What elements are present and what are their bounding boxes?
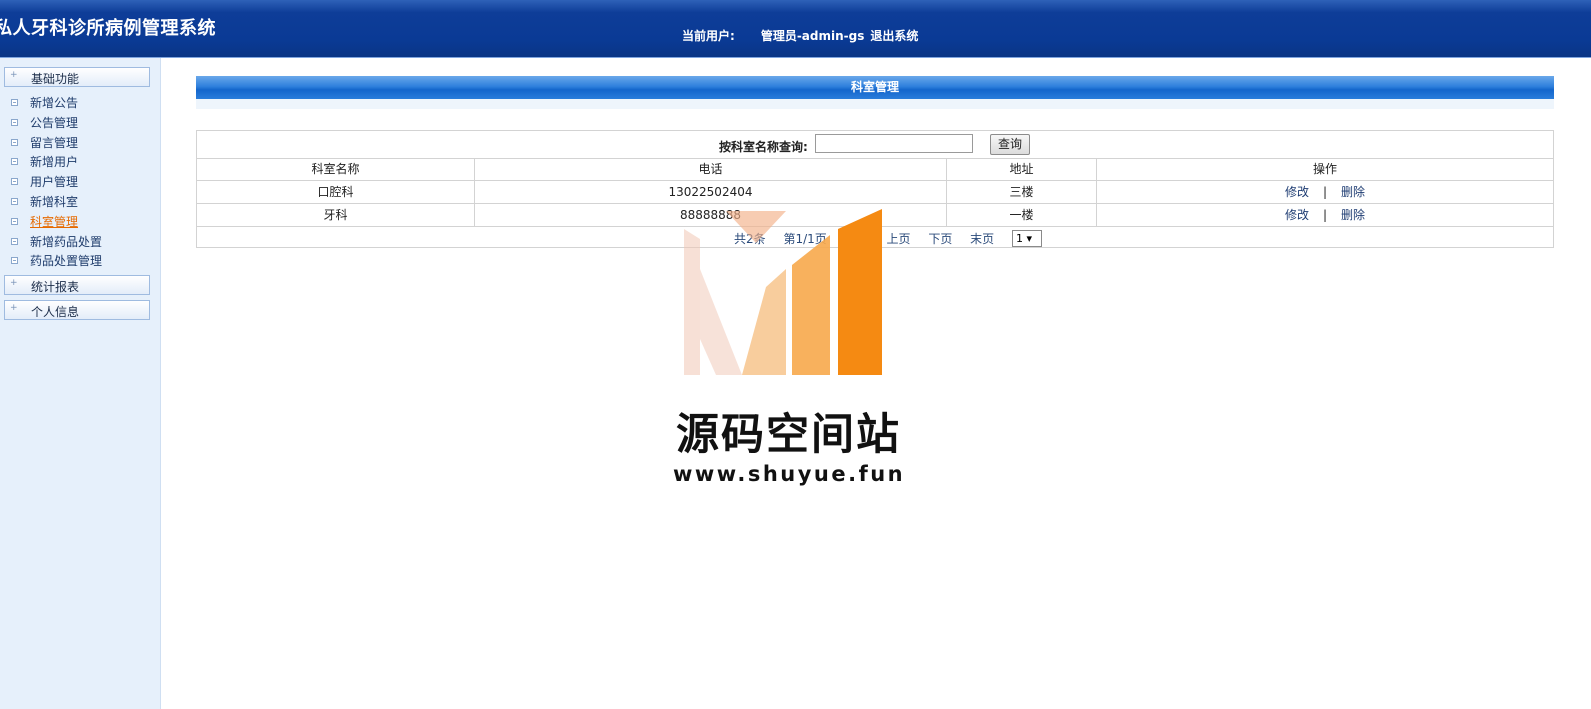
page-select[interactable]: 1 ▾	[1012, 230, 1042, 247]
column-header-name: 科室名称	[197, 158, 475, 180]
sidebar-item-label[interactable]: 新增药品处置	[30, 235, 102, 249]
current-user-name: 管理员-admin-gs	[760, 29, 865, 43]
edit-link[interactable]: 修改	[1285, 185, 1309, 199]
sidebar-item-add-notice[interactable]: 新增公告	[11, 94, 78, 112]
tree-node-icon	[11, 238, 18, 245]
last-page-link[interactable]: 末页	[970, 232, 994, 246]
watermark-name: 源码空间站	[676, 410, 901, 460]
sidebar-item-user-mgmt[interactable]: 用户管理	[11, 173, 78, 191]
tree-node-icon	[11, 158, 18, 165]
action-separator: |	[1322, 208, 1328, 222]
header-bar: 私人牙科诊所病例管理系统 当前用户: 管理员-admin-gs 退出系统	[0, 0, 1591, 58]
user-bar: 当前用户: 管理员-admin-gs 退出系统	[682, 27, 922, 44]
actions-cell: 修改 | 删除	[1097, 204, 1553, 226]
department-name-cell: 口腔科	[197, 181, 475, 203]
menu-group-basic[interactable]: + 基础功能	[4, 67, 150, 87]
search-label: 按科室名称查询:	[719, 140, 808, 154]
department-name-search-input[interactable]	[815, 134, 973, 153]
sidebar: + 基础功能 新增公告 公告管理 留言管理 新增用户 用户管理 新增科室 科室管…	[0, 58, 161, 709]
tree-node-icon	[11, 139, 18, 146]
panel-title-shadow	[196, 99, 1554, 109]
sidebar-item-label[interactable]: 留言管理	[30, 136, 78, 150]
menu-group-label: 个人信息	[31, 305, 80, 319]
actions-cell: 修改 | 删除	[1097, 181, 1553, 203]
search-button[interactable]: 查询	[990, 134, 1030, 155]
sidebar-item-label[interactable]: 新增公告	[30, 96, 78, 110]
tree-node-icon	[11, 198, 18, 205]
sidebar-item-notice-mgmt[interactable]: 公告管理	[11, 114, 78, 132]
logout-link[interactable]: 退出系统	[870, 29, 918, 43]
address-cell: 一楼	[947, 204, 1097, 226]
tree-node-icon	[11, 99, 18, 106]
next-page-link[interactable]: 下页	[928, 232, 952, 246]
watermark-logo-icon	[684, 209, 882, 375]
sidebar-item-add-user[interactable]: 新增用户	[11, 153, 78, 171]
action-separator: |	[1322, 185, 1328, 199]
panel-title: 科室管理	[196, 76, 1554, 99]
sidebar-item-department-mgmt[interactable]: 科室管理	[11, 213, 78, 231]
sidebar-item-label[interactable]: 科室管理	[30, 215, 78, 229]
table-row: 口腔科 13022502404 三楼 修改 | 删除	[197, 181, 1553, 204]
sidebar-item-label[interactable]: 新增科室	[30, 195, 78, 209]
address-cell: 三楼	[947, 181, 1097, 203]
column-header-phone: 电话	[475, 158, 947, 180]
table-header-row: 科室名称 电话 地址 操作	[197, 158, 1553, 181]
watermark-url: www.shuyue.fun	[673, 462, 906, 486]
tree-node-icon	[11, 218, 18, 225]
sidebar-item-add-medicine[interactable]: 新增药品处置	[11, 233, 102, 251]
prev-page-link[interactable]: 上页	[886, 232, 910, 246]
delete-link[interactable]: 删除	[1341, 185, 1365, 199]
column-header-actions: 操作	[1312, 162, 1337, 176]
expand-icon: +	[10, 70, 18, 80]
tree-node-icon	[11, 119, 18, 126]
expand-icon: +	[10, 303, 18, 313]
sidebar-item-add-department[interactable]: 新增科室	[11, 193, 78, 211]
menu-group-label: 基础功能	[31, 72, 80, 86]
sidebar-item-label[interactable]: 新增用户	[30, 155, 78, 169]
search-row: 按科室名称查询: 查询	[197, 131, 1553, 159]
sidebar-item-label[interactable]: 用户管理	[30, 175, 78, 189]
edit-link[interactable]: 修改	[1285, 208, 1309, 222]
delete-link[interactable]: 删除	[1341, 208, 1365, 222]
sidebar-item-label[interactable]: 公告管理	[30, 116, 78, 130]
sidebar-item-medicine-mgmt[interactable]: 药品处置管理	[11, 252, 102, 270]
current-user-label: 当前用户:	[682, 29, 735, 43]
expand-icon: +	[10, 278, 18, 288]
department-name-cell: 牙科	[197, 204, 475, 226]
menu-group-reports[interactable]: + 统计报表	[4, 275, 150, 295]
sidebar-item-message-mgmt[interactable]: 留言管理	[11, 134, 78, 152]
app-title: 私人牙科诊所病例管理系统	[0, 18, 216, 39]
tree-node-icon	[11, 257, 18, 264]
tree-node-icon	[11, 178, 18, 185]
phone-cell: 13022502404	[475, 181, 947, 203]
menu-group-label: 统计报表	[31, 280, 80, 294]
sidebar-item-label[interactable]: 药品处置管理	[30, 254, 102, 268]
column-header-address: 地址	[947, 158, 1097, 180]
menu-group-profile[interactable]: + 个人信息	[4, 300, 150, 320]
